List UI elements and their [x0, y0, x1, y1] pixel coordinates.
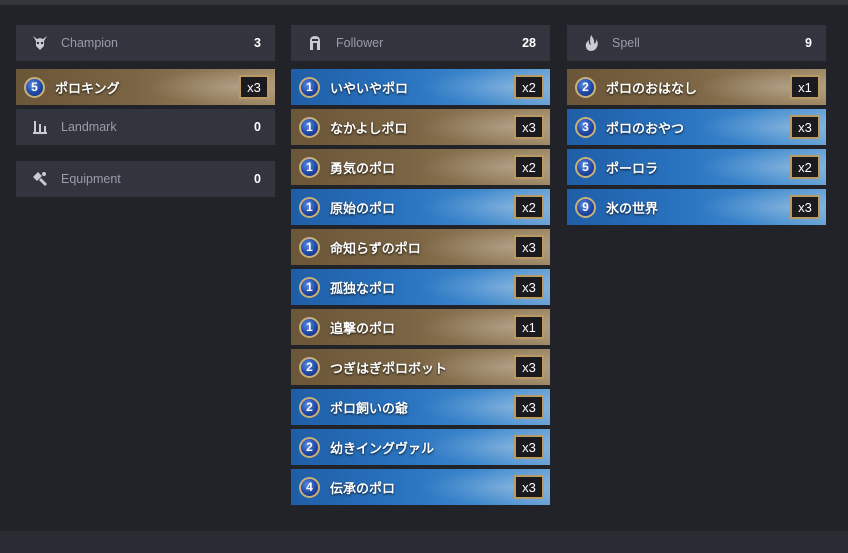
- landmark-title: Landmark: [61, 120, 117, 134]
- mana-cost: 4: [299, 476, 320, 498]
- champion-count: 3: [254, 36, 261, 50]
- card-row[interactable]: 1 命知らずのポロ x3: [291, 229, 550, 265]
- card-name: 伝承のポロ: [330, 481, 396, 497]
- card-quantity: x1: [790, 75, 820, 99]
- card-name: ポロのおやつ: [606, 121, 685, 137]
- card-name: ポーロラ: [606, 161, 659, 177]
- card-quantity: x3: [514, 275, 544, 299]
- follower-header[interactable]: Follower 28: [291, 25, 550, 61]
- mana-cost: 1: [299, 116, 320, 138]
- card-name: いやいやポロ: [330, 81, 409, 97]
- follower-title: Follower: [336, 36, 384, 50]
- card-quantity: x3: [514, 475, 544, 499]
- card-row[interactable]: 2 ポロ飼いの爺 x3: [291, 389, 550, 425]
- card-quantity: x2: [514, 155, 544, 179]
- card-name: 命知らずのポロ: [330, 241, 421, 257]
- champion-icon: [28, 31, 52, 55]
- spell-card-list: 2 ポロのおはなし x1 3 ポロのおやつ x3 5 ポーロラ x2 9 氷の世界 x3: [567, 69, 826, 225]
- mana-cost: 2: [299, 356, 320, 378]
- card-row[interactable]: 9 氷の世界 x3: [567, 189, 826, 225]
- champion-header[interactable]: Champion 3: [16, 25, 275, 61]
- card-name: なかよしポロ: [330, 121, 408, 137]
- spell-icon: [579, 31, 603, 55]
- mana-cost: 2: [299, 436, 320, 458]
- card-name: ポロキング: [55, 81, 120, 97]
- card-quantity: x3: [514, 355, 544, 379]
- champion-card-list: 5 ポロキング x3: [16, 69, 275, 105]
- card-row[interactable]: 1 なかよしポロ x3: [291, 109, 550, 145]
- card-row[interactable]: 2 幼きイングヴァル x3: [291, 429, 550, 465]
- card-quantity: x3: [514, 235, 544, 259]
- equipment-header[interactable]: Equipment 0: [16, 161, 275, 197]
- mana-cost: 1: [299, 276, 320, 298]
- card-name: 幼きイングヴァル: [330, 441, 435, 457]
- landmark-header[interactable]: Landmark 0: [16, 109, 275, 145]
- card-name: つぎはぎポロボット: [330, 361, 448, 377]
- landmark-count: 0: [254, 120, 261, 134]
- mana-cost: 1: [299, 156, 320, 178]
- equipment-title: Equipment: [61, 172, 121, 186]
- mana-cost: 1: [299, 76, 320, 98]
- card-row[interactable]: 1 孤独なポロ x3: [291, 269, 550, 305]
- bottom-bar: [0, 531, 848, 553]
- card-row[interactable]: 1 勇気のポロ x2: [291, 149, 550, 185]
- card-quantity: x3: [514, 435, 544, 459]
- equipment-icon: [28, 167, 52, 191]
- card-row[interactable]: 1 原始のポロ x2: [291, 189, 550, 225]
- card-name: ポロのおはなし: [606, 81, 698, 97]
- card-row[interactable]: 3 ポロのおやつ x3: [567, 109, 826, 145]
- card-row[interactable]: 4 伝承のポロ x3: [291, 469, 550, 505]
- card-quantity: x3: [514, 395, 544, 419]
- card-quantity: x3: [514, 115, 544, 139]
- mana-cost: 9: [575, 196, 596, 218]
- card-name: ポロ飼いの爺: [330, 401, 409, 417]
- mana-cost: 5: [24, 76, 45, 98]
- landmark-icon: [28, 115, 52, 139]
- spell-column: Spell 9 2 ポロのおはなし x1 3 ポロのおやつ x3 5 ポーロラ x2 9 氷の世界 x…: [567, 25, 826, 229]
- card-quantity: x3: [239, 75, 269, 99]
- card-row[interactable]: 2 つぎはぎポロボット x3: [291, 349, 550, 385]
- card-row[interactable]: 1 追撃のポロ x1: [291, 309, 550, 345]
- mana-cost: 1: [299, 236, 320, 258]
- card-row[interactable]: 2 ポロのおはなし x1: [567, 69, 826, 105]
- card-quantity: x3: [790, 195, 820, 219]
- spell-title: Spell: [612, 36, 640, 50]
- follower-card-list: 1 いやいやポロ x2 1 なかよしポロ x3 1 勇気のポロ x2 1 原始のポロ x2 1 命知らずの…: [291, 69, 550, 505]
- mana-cost: 2: [299, 396, 320, 418]
- top-bar: [0, 0, 848, 5]
- follower-icon: [303, 31, 327, 55]
- mana-cost: 3: [575, 116, 596, 138]
- card-quantity: x1: [514, 315, 544, 339]
- champion-column: Champion 3 5 ポロキング x3 Landmark 0 Equipment…: [16, 25, 275, 205]
- card-row[interactable]: 5 ポロキング x3: [16, 69, 275, 105]
- follower-column: Follower 28 1 いやいやポロ x2 1 なかよしポロ x3 1 勇気のポロ x2 1 原…: [291, 25, 550, 509]
- champion-title: Champion: [61, 36, 118, 50]
- card-name: 追撃のポロ: [330, 321, 396, 337]
- card-name: 孤独なポロ: [330, 281, 396, 297]
- mana-cost: 5: [575, 156, 596, 178]
- follower-count: 28: [522, 36, 536, 50]
- equipment-count: 0: [254, 172, 261, 186]
- mana-cost: 1: [299, 196, 320, 218]
- card-name: 氷の世界: [606, 201, 659, 217]
- card-quantity: x3: [790, 115, 820, 139]
- card-quantity: x2: [790, 155, 820, 179]
- mana-cost: 2: [575, 76, 596, 98]
- card-row[interactable]: 5 ポーロラ x2: [567, 149, 826, 185]
- card-name: 原始のポロ: [330, 201, 396, 217]
- card-quantity: x2: [514, 195, 544, 219]
- card-row[interactable]: 1 いやいやポロ x2: [291, 69, 550, 105]
- card-name: 勇気のポロ: [330, 161, 396, 177]
- spell-header[interactable]: Spell 9: [567, 25, 826, 61]
- spell-count: 9: [805, 36, 812, 50]
- mana-cost: 1: [299, 316, 320, 338]
- card-quantity: x2: [514, 75, 544, 99]
